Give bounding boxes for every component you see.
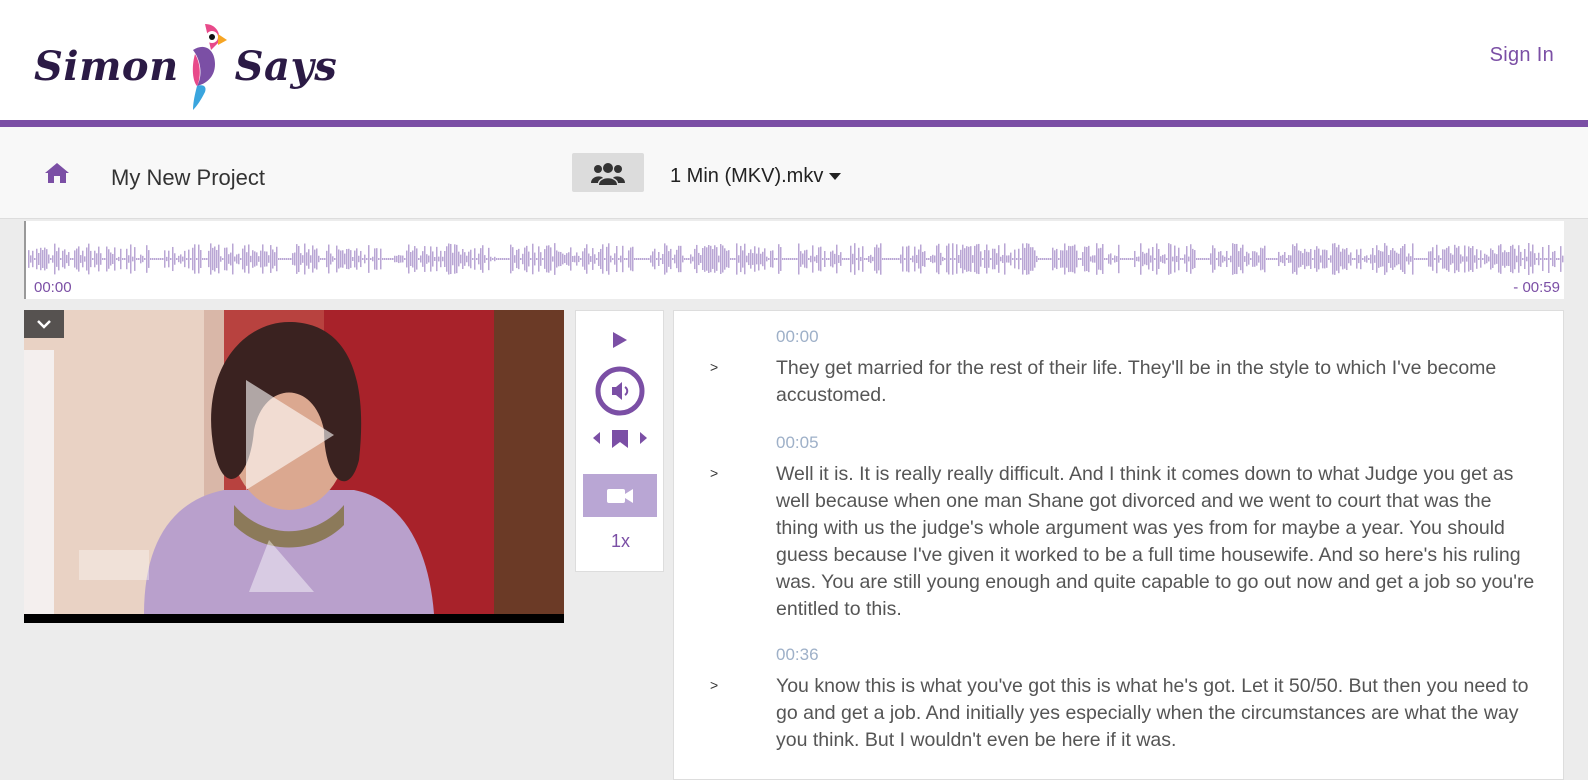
waveform-graphic — [28, 243, 1564, 275]
waveform-bars — [28, 243, 1564, 275]
expand-arrow[interactable]: > — [710, 359, 718, 375]
prev-icon[interactable] — [591, 431, 601, 445]
volume-icon[interactable] — [595, 366, 645, 416]
caret-down-icon — [829, 173, 842, 180]
video-player[interactable] — [24, 310, 564, 623]
logo[interactable]: Simon Says — [34, 18, 337, 114]
video-camera-icon — [607, 488, 633, 503]
paragraph-text[interactable]: Well it is. It is really really difficul… — [776, 461, 1536, 623]
expand-arrow[interactable]: > — [710, 465, 718, 481]
expand-arrow[interactable]: > — [710, 677, 718, 693]
video-frame — [24, 310, 564, 614]
header-divider — [0, 120, 1588, 127]
logo-word-left: Simon — [34, 42, 179, 90]
player-controls: 1x — [575, 310, 664, 572]
transcript-panel: 00:00 > They get married for the rest of… — [673, 310, 1564, 780]
waveform[interactable]: 00:00 - 00:59 — [24, 221, 1564, 299]
paragraph-text[interactable]: You know this is what you've got this is… — [776, 673, 1536, 754]
paragraph-text[interactable]: They get married for the rest of their l… — [776, 355, 1536, 409]
paragraph-timestamp[interactable]: 00:05 — [776, 433, 819, 453]
file-selector[interactable]: 1 Min (MKV).mkv — [670, 165, 842, 188]
parrot-logo — [192, 24, 227, 110]
waveform-start-time: 00:00 — [34, 279, 72, 296]
next-icon[interactable] — [639, 431, 649, 445]
video-collapse-button[interactable] — [24, 310, 64, 338]
home-icon[interactable] — [44, 162, 70, 184]
project-bar: My New Project 1 Min (MKV).mkv — [0, 127, 1588, 219]
project-title[interactable]: My New Project — [111, 165, 265, 191]
bookmark-icon[interactable] — [611, 429, 629, 449]
collaborators-button[interactable] — [572, 153, 644, 192]
play-icon[interactable] — [612, 331, 628, 349]
logo-word-right: Says — [234, 42, 338, 90]
waveform-end-time: - 00:59 — [1513, 279, 1560, 296]
people-icon — [591, 162, 625, 185]
video-toggle-button[interactable] — [583, 474, 657, 517]
paragraph-timestamp[interactable]: 00:36 — [776, 645, 819, 665]
sign-in-link[interactable]: Sign In — [1490, 44, 1554, 67]
playback-speed[interactable]: 1x — [576, 531, 665, 552]
file-name: 1 Min (MKV).mkv — [670, 165, 824, 187]
top-header: Simon Says Sign In — [0, 0, 1588, 120]
chevron-down-icon — [37, 320, 51, 329]
paragraph-timestamp[interactable]: 00:00 — [776, 327, 819, 347]
